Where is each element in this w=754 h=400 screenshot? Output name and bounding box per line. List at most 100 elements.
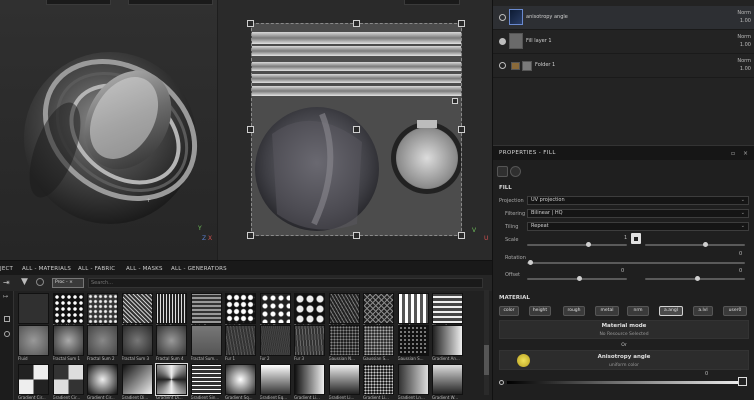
shelf-tab-generators[interactable]: ALL - GENERATORS (171, 266, 227, 272)
resource-thumbnail[interactable] (190, 364, 222, 395)
resource-thumbnail[interactable] (328, 325, 360, 356)
shelf-scrollbar[interactable] (484, 290, 489, 395)
resource-thumbnail[interactable] (397, 364, 429, 395)
transform-handle-bl[interactable] (247, 232, 254, 239)
resource-thumbnail[interactable] (52, 293, 84, 324)
resource-thumbnail[interactable] (294, 325, 325, 356)
resource-thumbnail[interactable] (190, 293, 222, 324)
layer-row-folder[interactable]: Folder 1 Norm 1.00 (493, 54, 754, 78)
resource-thumbnail[interactable] (328, 293, 360, 324)
layer-blend[interactable]: Norm 1.00 (737, 57, 751, 73)
projection-dropdown[interactable]: UV projection ⌄ (527, 196, 749, 205)
layer-row-fill[interactable]: Fill layer 1 Norm 1.00 (493, 30, 754, 54)
resource-thumbnail[interactable] (18, 325, 49, 356)
transform-handle-ml[interactable] (247, 126, 254, 133)
resource-thumbnail[interactable] (121, 364, 153, 395)
import-side-icon[interactable]: ↦ (3, 293, 8, 300)
resource-thumbnail[interactable] (397, 325, 429, 356)
resource-thumbnail[interactable] (363, 364, 394, 395)
resource-thumbnail[interactable] (121, 293, 153, 324)
channel-user0-button[interactable]: user0 (723, 306, 747, 316)
channel-anisotropy-level-button[interactable]: a.lvl (693, 306, 713, 316)
channel-anisotropy-angle-button[interactable]: a.angl (659, 306, 683, 316)
maximize-icon[interactable]: ▫ (731, 150, 735, 157)
folder-side-icon[interactable] (4, 316, 10, 322)
layer-row-anisotropy[interactable]: anisotropy angle Norm 1.00 (493, 6, 754, 30)
resource-thumbnail[interactable] (259, 364, 291, 395)
filter-icon[interactable]: ▼ (21, 277, 28, 287)
scale-slider-2-knob[interactable] (703, 242, 708, 247)
circle-side-icon[interactable] (4, 331, 10, 337)
resource-thumbnail[interactable] (225, 293, 256, 324)
resource-thumbnail[interactable] (432, 293, 463, 324)
rotate-handle[interactable] (452, 98, 458, 104)
transform-handle-center[interactable] (353, 126, 360, 133)
scale-value[interactable]: 1 (624, 235, 627, 241)
resource-thumbnail[interactable] (363, 293, 394, 324)
resource-thumbnail[interactable] (432, 364, 463, 395)
transform-handle-tl[interactable] (247, 20, 254, 27)
resource-thumbnail[interactable] (363, 325, 394, 356)
offset-slider-2-knob[interactable] (695, 276, 700, 281)
offset-value-2[interactable]: 0 (739, 268, 742, 274)
resource-thumbnail[interactable] (225, 325, 256, 356)
resource-thumbnail[interactable] (190, 325, 222, 356)
rotation-slider-knob[interactable] (528, 260, 533, 265)
shelf-tab-materials[interactable]: ALL - MATERIALS (22, 266, 71, 272)
shelf-tab-fabric[interactable]: ALL - FABRIC (78, 266, 115, 272)
resource-thumbnail[interactable] (18, 364, 49, 395)
offset-slider-1-knob[interactable] (577, 276, 582, 281)
lock-icon[interactable] (631, 233, 641, 244)
resource-thumbnail[interactable] (294, 364, 325, 395)
transform-handle-tc[interactable] (353, 20, 360, 27)
resource-thumbnail[interactable] (121, 325, 153, 356)
viewport-2d-dropdown[interactable] (404, 0, 460, 5)
viewport-3d[interactable]: + Y X Z (0, 0, 218, 260)
tiling-dropdown[interactable]: Repeat ⌄ (527, 222, 749, 231)
channel-height-button[interactable]: height (529, 306, 551, 316)
black-point-icon[interactable] (499, 380, 504, 385)
shelf-tab-project[interactable]: JECT (0, 266, 13, 272)
filtering-dropdown[interactable]: Bilinear | HQ ⌄ (527, 209, 749, 218)
rotation-value[interactable]: 0 (739, 251, 742, 257)
resource-thumbnail[interactable] (155, 363, 188, 396)
channel-color-button[interactable]: color (499, 306, 519, 316)
anisotropy-angle-box[interactable]: Anisotropy angle uniform color (499, 350, 749, 370)
scale-slider-1[interactable] (527, 244, 627, 246)
resource-thumbnail[interactable] (52, 325, 84, 356)
rotation-slider[interactable] (527, 262, 745, 264)
resource-thumbnail[interactable] (328, 364, 360, 395)
resource-thumbnail[interactable] (432, 325, 463, 356)
close-icon[interactable]: × (743, 150, 748, 157)
resource-thumbnail[interactable] (87, 325, 118, 356)
resource-thumbnail[interactable] (156, 293, 187, 324)
resource-thumbnail[interactable] (294, 293, 325, 324)
shelf-tab-masks[interactable]: ALL - MASKS (126, 266, 163, 272)
bottom-slider-value[interactable]: 0 (705, 371, 708, 377)
white-point-icon[interactable] (738, 377, 747, 386)
layer-visibility-toggle[interactable] (499, 62, 506, 69)
scale-slider-2[interactable] (645, 244, 745, 246)
transform-handle-br[interactable] (458, 232, 465, 239)
resource-thumbnail[interactable] (259, 293, 291, 324)
layer-blend[interactable]: Norm 1.00 (737, 33, 751, 49)
layer-visibility-toggle[interactable] (499, 14, 506, 21)
transform-handle-mr[interactable] (458, 126, 465, 133)
scale-slider-1-knob[interactable] (586, 242, 591, 247)
resource-thumbnail[interactable] (156, 325, 187, 356)
resource-thumbnail[interactable] (259, 325, 291, 356)
transform-handle-bc[interactable] (353, 232, 360, 239)
transform-handle-tr[interactable] (458, 20, 465, 27)
import-icon[interactable]: ⇥ (3, 278, 10, 287)
layer-blend[interactable]: Norm 1.00 (737, 9, 751, 25)
offset-value-1[interactable]: 0 (621, 268, 624, 274)
layer-visibility-toggle[interactable] (499, 38, 506, 45)
channel-nrm-button[interactable]: nrm (627, 306, 649, 316)
channel-rough-button[interactable]: rough (563, 306, 585, 316)
resource-thumbnail[interactable] (225, 364, 256, 395)
gradient-slider[interactable] (507, 381, 740, 384)
shelf-search-input[interactable] (88, 278, 483, 288)
material-mode-box[interactable]: Material mode No Resource Selected (499, 320, 749, 339)
fill-tab-icon[interactable] (497, 166, 508, 177)
search-icon[interactable] (36, 278, 44, 286)
